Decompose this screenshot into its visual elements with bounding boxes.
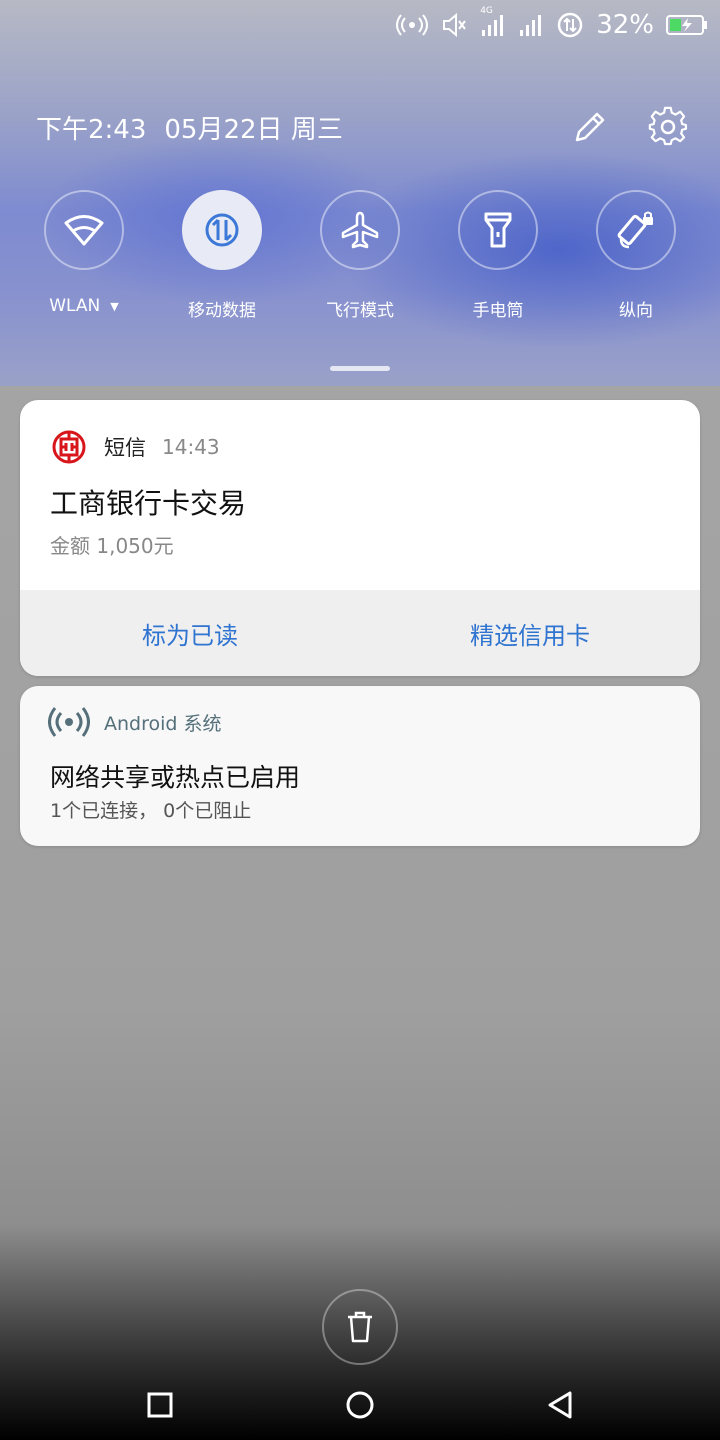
status-bar: 4G 32%: [0, 0, 720, 50]
tile-label: 纵向: [619, 301, 653, 321]
notification-actions: 标为已读 精选信用卡: [20, 590, 700, 676]
square-icon: [147, 1392, 173, 1418]
notification-time: 14:43: [162, 435, 220, 459]
tile-label: 手电筒: [472, 301, 524, 321]
airplane-icon: [341, 211, 379, 249]
tile-label: 移动数据: [188, 301, 256, 321]
notification-sms[interactable]: 短信 14:43 工商银行卡交易 金额 1,050元 标为已读 精选信用卡: [20, 400, 700, 676]
hotspot-status-icon: [396, 13, 429, 37]
featured-credit-card-button[interactable]: 精选信用卡: [360, 590, 700, 676]
qs-header: 下午2:43 05月22日 周三: [36, 104, 690, 150]
tile-label: WLAN: [49, 296, 101, 316]
tile-mobile-data-button[interactable]: [182, 190, 262, 270]
tile-airplane-button[interactable]: [320, 190, 400, 270]
triangle-back-icon: [548, 1391, 572, 1419]
dropdown-arrow-icon[interactable]: ▼: [110, 300, 118, 313]
signal-icon: [518, 12, 544, 38]
mark-read-button[interactable]: 标为已读: [20, 590, 360, 676]
vibrate-icon: [440, 11, 468, 39]
settings-button[interactable]: [646, 105, 690, 149]
notification-body: 金额 1,050元: [50, 534, 174, 558]
battery-percent: 32%: [596, 10, 654, 40]
hotspot-icon: [48, 707, 90, 737]
flashlight-icon: [484, 212, 512, 248]
clock[interactable]: 下午2:43: [36, 109, 146, 146]
circle-icon: [346, 1391, 374, 1419]
navigation-bar: [0, 1370, 720, 1440]
signal-4g-icon: 4G: [480, 6, 506, 38]
tile-flashlight-button[interactable]: [458, 190, 538, 270]
pencil-icon: [575, 112, 605, 142]
tile-flashlight[interactable]: 手电筒: [438, 190, 558, 321]
notification-android-system[interactable]: Android 系统 网络共享或热点已启用 1个已连接， 0个已阻止: [20, 686, 700, 846]
notification-title: 网络共享或热点已启用: [50, 763, 301, 792]
expand-handle[interactable]: [330, 366, 390, 371]
wifi-icon: [64, 215, 104, 246]
app-name: 短信: [104, 436, 146, 460]
tile-rotation[interactable]: 纵向: [576, 190, 696, 321]
tile-rotation-button[interactable]: [596, 190, 676, 270]
tile-mobile-data[interactable]: 移动数据: [162, 190, 282, 321]
notification-header: 短信 14:43: [52, 430, 220, 464]
network-type-label: 4G: [480, 6, 493, 16]
back-button[interactable]: [530, 1375, 590, 1435]
clear-all-button[interactable]: [322, 1289, 398, 1365]
tile-wlan-button[interactable]: [44, 190, 124, 270]
battery-charging-icon: [666, 14, 708, 36]
notification-body: 1个已连接， 0个已阻止: [50, 800, 252, 822]
tile-airplane[interactable]: 飞行模式: [300, 190, 420, 321]
icbc-logo-icon: [52, 430, 86, 464]
mobile-data-icon: [205, 213, 239, 247]
app-name: Android 系统: [104, 712, 222, 735]
recents-button[interactable]: [130, 1375, 190, 1435]
edit-button[interactable]: [568, 105, 612, 149]
notification-header: Android 系统: [48, 706, 222, 738]
gear-icon: [648, 106, 688, 146]
data-saver-icon: [556, 11, 584, 39]
notification-title: 工商银行卡交易: [50, 487, 247, 520]
rotation-lock-icon: [617, 211, 653, 249]
trash-icon: [348, 1311, 372, 1343]
home-button[interactable]: [330, 1375, 390, 1435]
tile-label: 飞行模式: [326, 301, 394, 321]
date[interactable]: 05月22日 周三: [164, 109, 342, 146]
tile-wlan[interactable]: WLAN ▼: [24, 190, 144, 316]
